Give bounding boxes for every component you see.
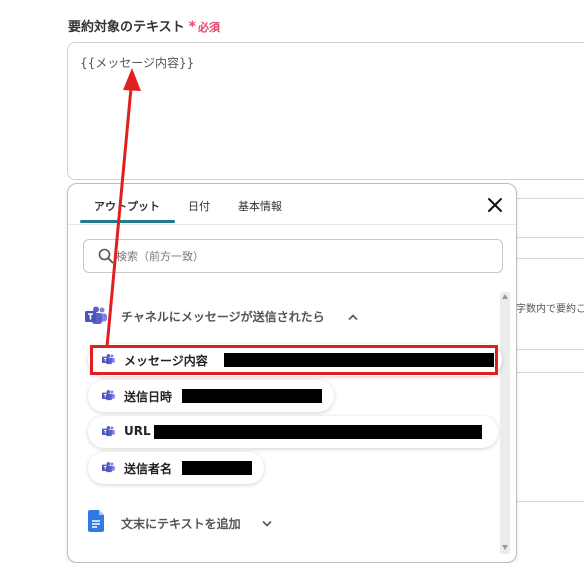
section-header-channel-message[interactable]: チャネルにメッセージが送信されたら [83,306,383,326]
section-title: 文末にテキストを追加 [121,517,241,531]
field-label: 要約対象のテキスト * 必須 [68,16,220,35]
chip-label: 送信日時 [124,390,173,404]
background-text-fragment: 字数内で要約こ [516,304,584,315]
required-badge: 必須 [197,21,220,34]
active-tab-indicator [80,220,175,223]
output-chip-sent-datetime[interactable]: 送信日時 [88,380,334,412]
required-star: * [188,19,196,35]
close-icon [488,198,502,212]
tab-bar: アウトプット 日付 基本情報 [68,184,516,225]
chip-label: URL [124,424,151,438]
chevron-up-icon [348,314,358,321]
field-label-text: 要約対象のテキスト [68,20,185,35]
annotation-highlight [90,345,498,375]
scroll-up-icon[interactable] [502,294,508,299]
redacted-value [182,461,252,475]
tab-basic-info[interactable]: 基本情報 [238,198,282,214]
scrollbar[interactable] [500,292,510,554]
search-box [83,239,503,273]
close-button[interactable] [484,194,506,216]
teams-icon [102,425,115,437]
redacted-value [154,425,482,439]
document-icon [88,510,104,532]
tab-output[interactable]: アウトプット [94,198,160,214]
redacted-value [182,389,322,403]
section-header-append-text[interactable]: 文末にテキストを追加 [83,510,383,532]
chip-label: 送信者名 [124,462,173,476]
tab-date[interactable]: 日付 [188,198,210,214]
search-icon [98,248,114,264]
search-input[interactable] [116,247,486,265]
scroll-down-icon[interactable] [502,545,508,550]
teams-icon [85,306,107,324]
section-title: チャネルにメッセージが送信されたら [121,310,325,324]
teams-icon [102,461,115,473]
teams-icon [102,389,115,401]
output-chip-url[interactable]: URL [88,416,498,448]
output-chip-sender-name[interactable]: 送信者名 [88,452,264,484]
chevron-down-icon [262,520,272,527]
summary-text-value: {{メッセージ内容}} [80,56,195,70]
